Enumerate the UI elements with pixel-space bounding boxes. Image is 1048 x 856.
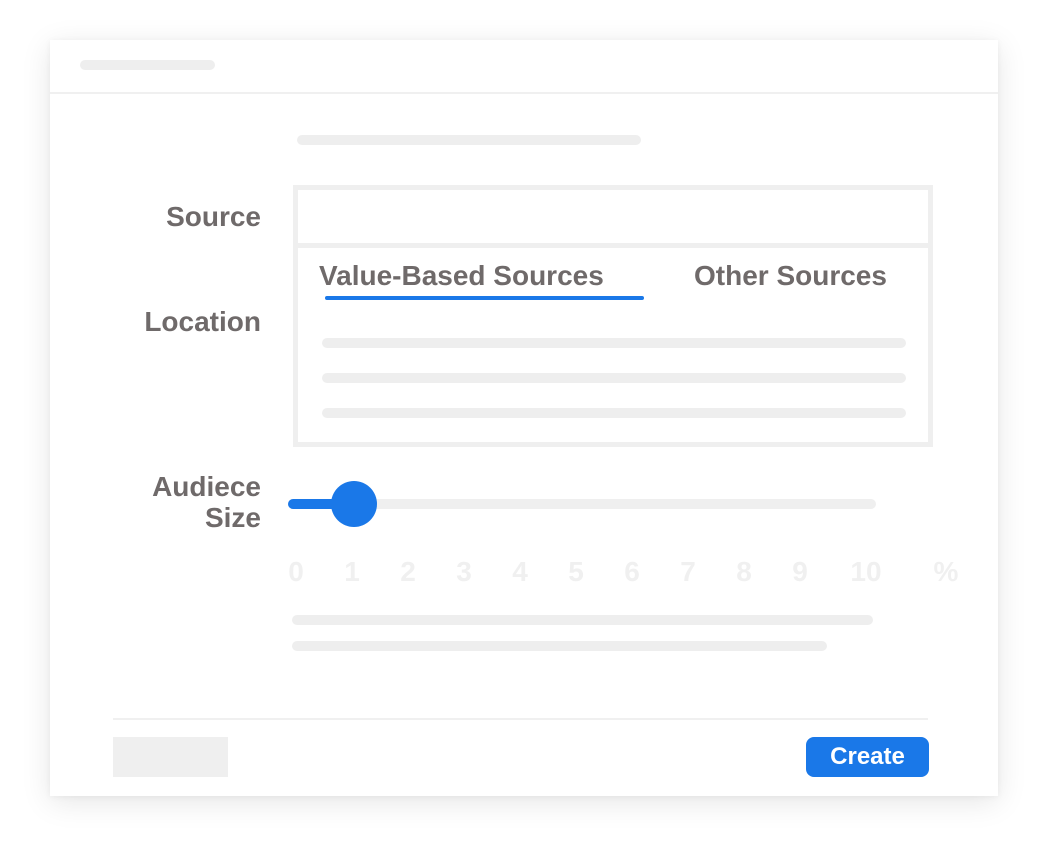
source-input[interactable] <box>298 190 928 248</box>
source-label: Source <box>166 201 261 232</box>
source-list-item[interactable] <box>322 373 906 383</box>
audience-size-label-line2: Size <box>204 502 261 533</box>
slider-tick-5: 5 <box>568 556 584 587</box>
create-button[interactable]: Create <box>806 737 929 777</box>
source-list-item[interactable] <box>322 338 906 348</box>
slider-tick-6: 6 <box>624 556 640 587</box>
slider-tick-10: 10 <box>850 556 882 587</box>
slider-tick-2: 2 <box>400 556 416 587</box>
cancel-button[interactable] <box>113 737 228 777</box>
source-list-item[interactable] <box>322 408 906 418</box>
create-audience-dialog: Source Location Audiece Size Value-Based… <box>50 40 998 796</box>
header-divider <box>50 92 998 94</box>
description-placeholder <box>292 615 873 625</box>
intro-text-placeholder <box>297 135 641 145</box>
location-label: Location <box>144 306 261 337</box>
slider-tick-4: 4 <box>512 556 528 587</box>
audience-size-label: Audiece Size <box>90 471 261 533</box>
source-selector: Value-Based Sources Other Sources <box>293 185 933 447</box>
active-tab-indicator <box>325 296 644 300</box>
slider-tick-8: 8 <box>736 556 752 587</box>
slider-tick-0: 0 <box>288 556 304 587</box>
description-placeholder <box>292 641 827 651</box>
slider-tick-3: 3 <box>456 556 472 587</box>
dialog-title-placeholder <box>80 60 215 70</box>
slider-tick-1: 1 <box>344 556 360 587</box>
footer-divider <box>113 718 928 720</box>
slider-tick-9: 9 <box>792 556 808 587</box>
tab-other-sources[interactable]: Other Sources <box>694 260 887 292</box>
tab-value-based-sources[interactable]: Value-Based Sources <box>319 260 604 292</box>
slider-unit-label: % <box>933 556 959 587</box>
slider-tick-7: 7 <box>680 556 696 587</box>
audience-size-label-line1: Audiece <box>152 471 261 502</box>
audience-size-slider-thumb[interactable] <box>331 481 377 527</box>
